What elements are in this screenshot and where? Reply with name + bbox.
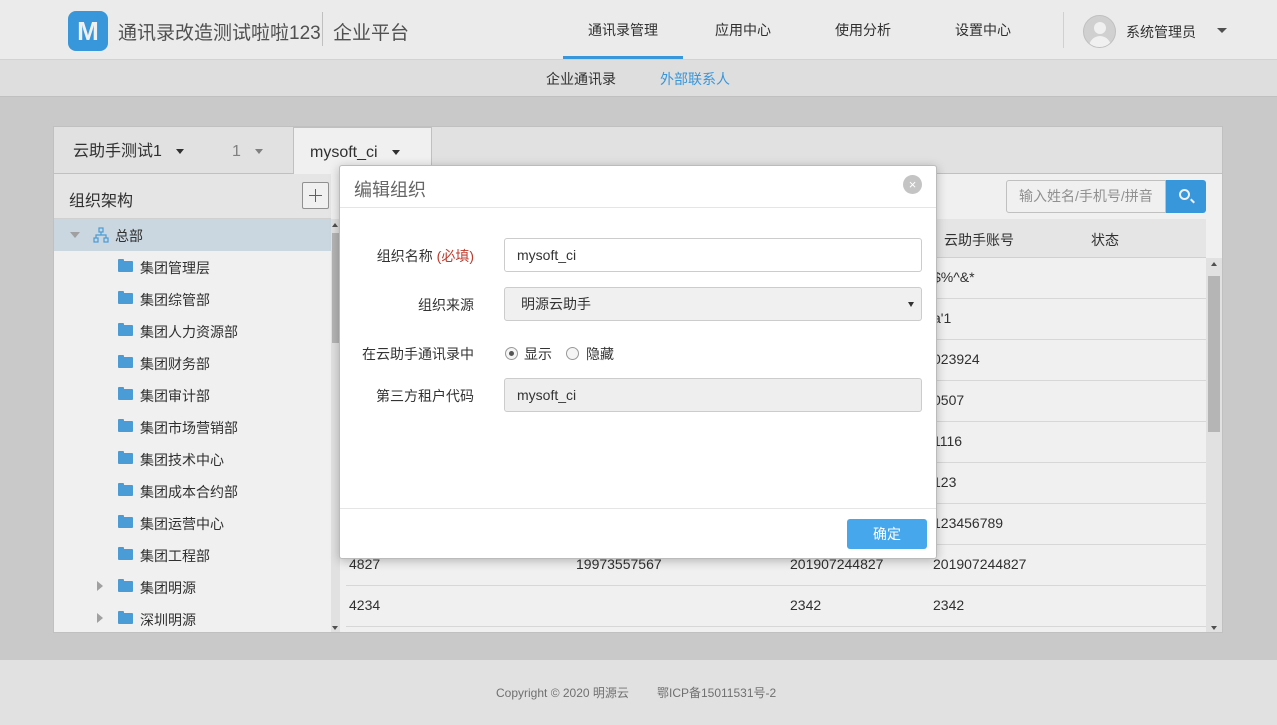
tenant-code-input[interactable]: mysoft_ci xyxy=(504,378,922,412)
divider xyxy=(340,508,936,509)
org-source-select[interactable]: 明源云助手 xyxy=(504,287,922,321)
select-value: 明源云助手 xyxy=(521,296,591,312)
org-source-label: 组织来源 xyxy=(418,297,474,313)
edit-org-dialog: 编辑组织 × 组织名称 (必填) mysoft_ci 组织来源 明源云助手 在云… xyxy=(339,165,937,559)
org-name-label: 组织名称 (必填) xyxy=(376,248,474,264)
close-icon[interactable]: × xyxy=(903,175,922,194)
org-name-input[interactable]: mysoft_ci xyxy=(504,238,922,272)
hide-radio[interactable] xyxy=(566,347,579,360)
chevron-down-icon xyxy=(908,302,914,307)
tenant-code-label: 第三方租户代码 xyxy=(376,388,474,404)
visibility-label: 在云助手通讯录中 xyxy=(362,346,474,362)
dialog-header: 编辑组织 × xyxy=(340,166,936,208)
dialog-title: 编辑组织 xyxy=(354,180,426,200)
confirm-button[interactable]: 确定 xyxy=(847,519,927,549)
required-marker: (必填) xyxy=(436,248,474,264)
show-radio[interactable] xyxy=(505,347,518,360)
hide-radio-label[interactable]: 隐藏 xyxy=(586,344,614,364)
show-radio-label[interactable]: 显示 xyxy=(524,344,552,364)
